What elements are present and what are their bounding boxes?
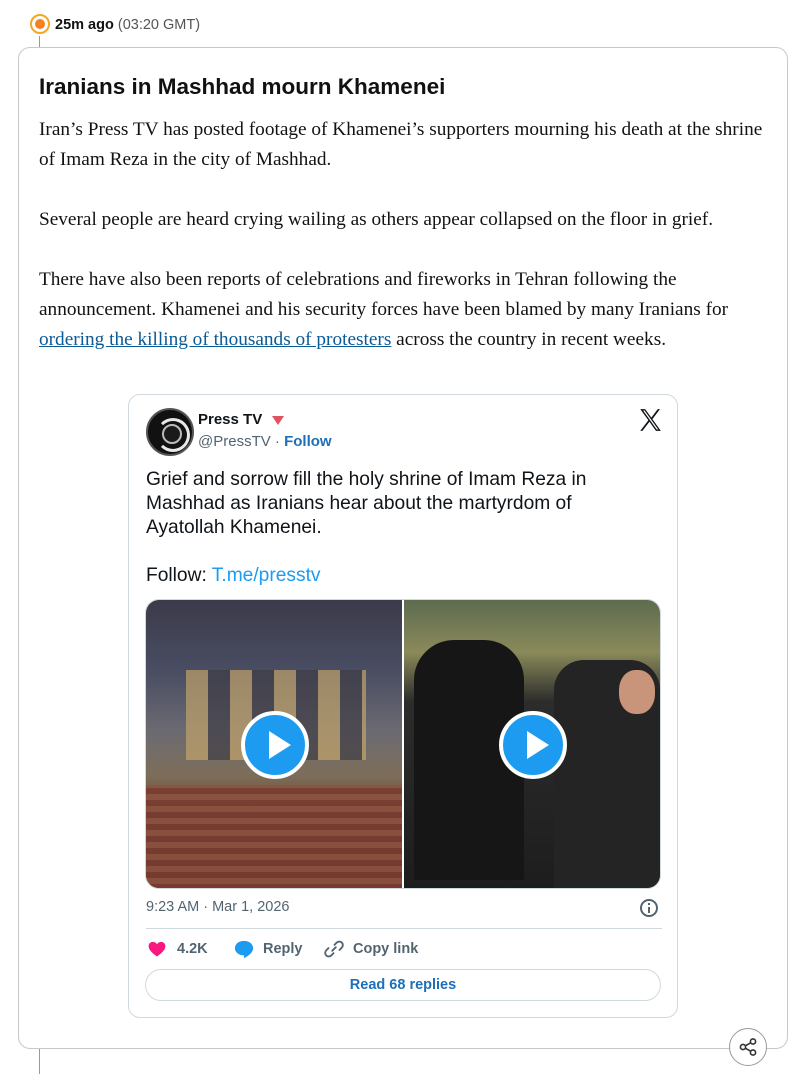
tweet-follow-line: Follow: T.me/presstv xyxy=(146,564,646,588)
like-count[interactable]: 4.2K xyxy=(177,941,208,961)
play-icon[interactable] xyxy=(241,711,309,779)
account-handle[interactable]: @PressTV xyxy=(198,433,271,450)
reply-bubble-icon[interactable] xyxy=(233,939,255,959)
live-post-card: Iranians in Mashhad mourn Khamenei Iran’… xyxy=(18,47,788,1049)
account-name[interactable]: Press TV xyxy=(198,411,262,428)
reply-button[interactable]: Reply xyxy=(263,941,303,961)
timeline-line xyxy=(39,1049,40,1074)
read-replies-button[interactable]: Read 68 replies xyxy=(145,969,661,1001)
tweet-media xyxy=(145,599,661,889)
share-button[interactable] xyxy=(729,1028,767,1066)
divider xyxy=(146,928,662,929)
follow-button[interactable]: Follow xyxy=(284,433,332,450)
live-dot-icon xyxy=(30,14,50,34)
tweet-text: Grief and sorrow fill the holy shrine of… xyxy=(146,468,646,588)
embedded-tweet: Press TV @PressTV · Follow Grief and sor… xyxy=(128,394,678,1018)
account-handle-row: @PressTV · Follow xyxy=(198,433,332,450)
post-paragraph: Iran’s Press TV has posted footage of Kh… xyxy=(39,119,763,170)
thumbnail-figure xyxy=(619,670,655,714)
avatar[interactable] xyxy=(146,408,194,456)
copy-link-button[interactable]: Copy link xyxy=(353,941,418,961)
time-gmt: (03:20 GMT) xyxy=(117,17,201,33)
heart-icon[interactable] xyxy=(147,939,167,959)
share-icon xyxy=(739,1038,757,1056)
media-divider xyxy=(402,600,404,888)
tweet-body: Grief and sorrow fill the holy shrine of… xyxy=(146,469,587,538)
x-logo-icon[interactable] xyxy=(637,407,663,433)
play-icon[interactable] xyxy=(499,711,567,779)
separator-dot: · xyxy=(270,433,285,450)
follow-prefix: Follow: xyxy=(146,565,212,586)
post-headline: Iranians in Mashhad mourn Khamenei xyxy=(39,74,446,99)
post-paragraph: Several people are heard crying wailing … xyxy=(39,209,714,230)
tweet-timestamp[interactable]: 9:23 AM · Mar 1, 2026 xyxy=(146,899,289,915)
info-icon[interactable] xyxy=(640,899,658,917)
post-timestamp: 25m ago (03:20 GMT) xyxy=(55,16,200,34)
post-paragraph: There have also been reports of celebrat… xyxy=(39,265,764,355)
paragraph-text: across the country in recent weeks. xyxy=(391,329,667,350)
telegram-link[interactable]: T.me/presstv xyxy=(212,565,321,586)
time-ago: 25m ago xyxy=(55,17,114,33)
protesters-killing-link[interactable]: ordering the killing of thousands of pro… xyxy=(39,329,391,350)
paragraph-text: There have also been reports of celebrat… xyxy=(39,269,729,320)
verified-badge-icon xyxy=(272,416,284,425)
link-icon[interactable] xyxy=(323,938,345,960)
